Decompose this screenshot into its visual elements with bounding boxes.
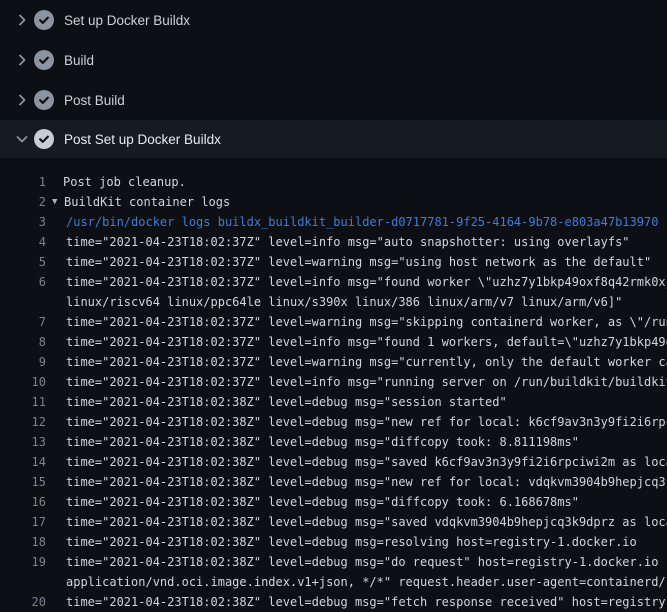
step-row-set-up-docker-buildx[interactable]: Set up Docker Buildx (0, 0, 667, 40)
line-number[interactable]: 13 (0, 432, 46, 452)
log-row: 5 ▼ time="2021-04-23T18:02:37Z" level=wa… (0, 252, 667, 272)
log-text: time="2021-04-23T18:02:38Z" level=debug … (66, 452, 667, 472)
log-row: 3 ▼ /usr/bin/docker logs buildx_buildkit… (0, 212, 667, 232)
log-text: time="2021-04-23T18:02:38Z" level=debug … (66, 432, 579, 452)
line-number[interactable]: 8 (0, 332, 46, 352)
log-text: time="2021-04-23T18:02:38Z" level=debug … (66, 472, 667, 492)
line-number[interactable] (0, 292, 46, 312)
log-text: application/vnd.oci.image.index.v1+json,… (66, 572, 667, 592)
log-row: 19 ▼ time="2021-04-23T18:02:38Z" level=d… (0, 552, 667, 572)
log-row: 16 ▼ time="2021-04-23T18:02:38Z" level=d… (0, 492, 667, 512)
line-number[interactable]: 3 (0, 212, 46, 232)
log-row: 9 ▼ time="2021-04-23T18:02:37Z" level=wa… (0, 352, 667, 372)
line-number[interactable]: 6 (0, 272, 46, 292)
log-row: 11 ▼ time="2021-04-23T18:02:38Z" level=d… (0, 392, 667, 412)
log-text: time="2021-04-23T18:02:38Z" level=debug … (66, 552, 667, 572)
log-row: 12 ▼ time="2021-04-23T18:02:38Z" level=d… (0, 412, 667, 432)
check-circle-icon (34, 10, 54, 30)
line-number[interactable]: 12 (0, 412, 46, 432)
line-number[interactable]: 1 (0, 172, 46, 192)
log-text: /usr/bin/docker logs buildx_buildkit_bui… (66, 212, 658, 232)
check-circle-icon (34, 90, 54, 110)
log-text: Post job cleanup. (63, 172, 186, 192)
log-row: 6 ▼ time="2021-04-23T18:02:37Z" level=in… (0, 272, 667, 292)
log-row: 15 ▼ time="2021-04-23T18:02:38Z" level=d… (0, 472, 667, 492)
check-circle-icon (34, 50, 54, 70)
log-row: 13 ▼ time="2021-04-23T18:02:38Z" level=d… (0, 432, 667, 452)
log-row: 17 ▼ time="2021-04-23T18:02:38Z" level=d… (0, 512, 667, 532)
log-text: time="2021-04-23T18:02:38Z" level=debug … (66, 412, 667, 432)
log-row: 14 ▼ time="2021-04-23T18:02:38Z" level=d… (0, 452, 667, 472)
log-text: time="2021-04-23T18:02:38Z" level=debug … (66, 492, 579, 512)
step-row-post-build[interactable]: Post Build (0, 80, 667, 120)
log-row: 18 ▼ time="2021-04-23T18:02:38Z" level=d… (0, 532, 667, 552)
log-text: time="2021-04-23T18:02:37Z" level=info m… (66, 372, 667, 392)
step-label: Post Set up Docker Buildx (64, 132, 221, 147)
chevron-right-icon (10, 12, 34, 28)
log-text: time="2021-04-23T18:02:37Z" level=info m… (66, 332, 667, 352)
step-row-post-set-up-docker-buildx[interactable]: Post Set up Docker Buildx (0, 120, 667, 158)
line-number[interactable]: 10 (0, 372, 46, 392)
log-row: 10 ▼ time="2021-04-23T18:02:37Z" level=i… (0, 372, 667, 392)
line-number[interactable]: 7 (0, 312, 46, 332)
step-label: Build (64, 53, 94, 68)
line-number[interactable]: 5 (0, 252, 46, 272)
line-number[interactable]: 15 (0, 472, 46, 492)
log-text: BuildKit container logs (64, 192, 230, 212)
group-collapse-icon[interactable]: ▼ (52, 192, 64, 212)
log-text: time="2021-04-23T18:02:38Z" level=debug … (66, 392, 507, 412)
log-text: linux/riscv64 linux/ppc64le linux/s390x … (66, 292, 622, 312)
check-circle-icon (34, 129, 54, 149)
log-text: time="2021-04-23T18:02:38Z" level=debug … (66, 512, 667, 532)
line-number[interactable]: 17 (0, 512, 46, 532)
line-number[interactable]: 9 (0, 352, 46, 372)
log-row: 7 ▼ time="2021-04-23T18:02:37Z" level=wa… (0, 312, 667, 332)
log-row: 8 ▼ time="2021-04-23T18:02:37Z" level=in… (0, 332, 667, 352)
log-row: 20 ▼ time="2021-04-23T18:02:38Z" level=d… (0, 592, 667, 612)
chevron-right-icon (10, 92, 34, 108)
log-row: ▼ application/vnd.oci.image.index.v1+jso… (0, 572, 667, 592)
log-text: time="2021-04-23T18:02:37Z" level=warnin… (66, 352, 667, 372)
log-viewer: 1 ▼ Post job cleanup. 2 ▼ BuildKit conta… (0, 158, 667, 612)
line-number[interactable]: 16 (0, 492, 46, 512)
log-row: 1 ▼ Post job cleanup. (0, 172, 667, 192)
step-label: Post Build (64, 93, 125, 108)
line-number[interactable]: 4 (0, 232, 46, 252)
line-number[interactable]: 19 (0, 552, 46, 572)
chevron-down-icon (10, 131, 34, 147)
log-text: time="2021-04-23T18:02:38Z" level=debug … (66, 592, 667, 612)
line-number[interactable]: 14 (0, 452, 46, 472)
step-label: Set up Docker Buildx (64, 13, 190, 28)
line-number[interactable]: 18 (0, 532, 46, 552)
line-number[interactable] (0, 572, 46, 592)
log-text: time="2021-04-23T18:02:38Z" level=debug … (66, 532, 637, 552)
step-row-build[interactable]: Build (0, 40, 667, 80)
chevron-right-icon (10, 52, 34, 68)
log-text: time="2021-04-23T18:02:37Z" level=info m… (66, 272, 667, 292)
log-text: time="2021-04-23T18:02:37Z" level=warnin… (66, 312, 667, 332)
line-number[interactable]: 11 (0, 392, 46, 412)
log-text: time="2021-04-23T18:02:37Z" level=info m… (66, 232, 630, 252)
log-row: 4 ▼ time="2021-04-23T18:02:37Z" level=in… (0, 232, 667, 252)
line-number[interactable]: 20 (0, 592, 46, 612)
log-row: 2 ▼ BuildKit container logs (0, 192, 667, 212)
log-row: ▼ linux/riscv64 linux/ppc64le linux/s390… (0, 292, 667, 312)
workflow-steps-list: Set up Docker Buildx Build P (0, 0, 667, 158)
line-number[interactable]: 2 (0, 192, 46, 212)
log-text: time="2021-04-23T18:02:37Z" level=warnin… (66, 252, 651, 272)
